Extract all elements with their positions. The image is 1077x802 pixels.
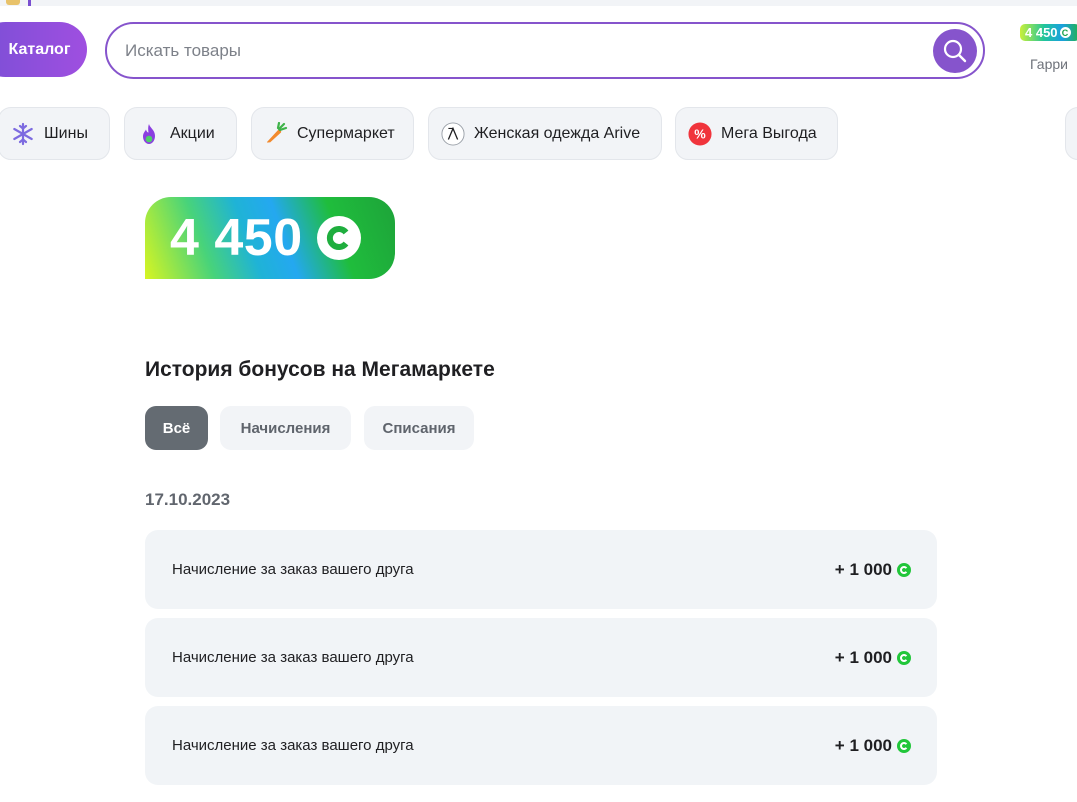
top-strip xyxy=(0,0,1077,6)
history-item-amount: + 1 000 xyxy=(835,736,911,756)
tab-label: Списания xyxy=(382,419,456,437)
chip-tires[interactable]: Шины xyxy=(0,107,110,160)
tab-accruals[interactable]: Начисления xyxy=(220,406,351,450)
history-title: История бонусов на Мегамаркете xyxy=(145,358,495,381)
history-item-description: Начисление за заказ вашего друга xyxy=(172,561,414,578)
search-bar xyxy=(105,22,985,79)
bonus-badge-value: 4 450 xyxy=(1025,25,1058,40)
chip-mega-benefit[interactable]: % Мега Выгода xyxy=(675,107,838,160)
history-item[interactable]: Начисление за заказ вашего друга + 1 000 xyxy=(145,530,937,609)
bonus-balance-value: 4 450 xyxy=(170,209,303,267)
bonus-balance-card: 4 450 xyxy=(145,197,395,279)
search-icon xyxy=(943,39,967,63)
search-input[interactable] xyxy=(125,36,925,66)
carrot-icon xyxy=(264,121,288,146)
chip-label: Шины xyxy=(44,124,88,142)
chip-women-clothing-arive[interactable]: Женская одежда Arive xyxy=(428,107,662,160)
arive-logo-icon xyxy=(441,121,465,146)
flame-icon xyxy=(137,122,161,146)
catalog-label: Каталог xyxy=(8,40,71,58)
search-button[interactable] xyxy=(933,29,977,73)
tab-label: Начисления xyxy=(240,419,331,437)
chip-label: Супермаркет xyxy=(297,124,395,142)
chip-supermarket[interactable]: Супермаркет xyxy=(251,107,414,160)
amount-value: + 1 000 xyxy=(834,735,892,755)
history-item-amount: + 1 000 xyxy=(835,648,911,668)
amount-value: + 1 000 xyxy=(834,559,892,579)
snowflake-icon xyxy=(11,122,35,146)
history-item-description: Начисление за заказ вашего друга xyxy=(172,649,414,666)
chip-label: Женская одежда Arive xyxy=(474,124,641,142)
history-item[interactable]: Начисление за заказ вашего друга + 1 000 xyxy=(145,618,937,697)
tab-writeoffs[interactable]: Списания xyxy=(364,406,474,450)
tab-label: Всё xyxy=(162,419,191,437)
svg-text:%: % xyxy=(694,126,706,141)
bonus-coin-icon xyxy=(897,562,911,577)
chip-label: Мега Выгода xyxy=(721,124,817,142)
bonus-coin-icon xyxy=(316,216,361,260)
catalog-button[interactable]: Каталог xyxy=(0,22,87,77)
history-item[interactable]: Начисление за заказ вашего друга + 1 000 xyxy=(145,706,937,785)
amount-value: + 1 000 xyxy=(834,647,892,667)
divider xyxy=(28,0,31,6)
bonus-coin-icon: C xyxy=(1059,27,1071,38)
history-item-amount: + 1 000 xyxy=(835,560,911,580)
chip-label: Акции xyxy=(170,124,215,142)
chip-promotions[interactable]: Акции xyxy=(124,107,237,160)
user-name[interactable]: Гарри xyxy=(1030,56,1068,72)
percent-icon: % xyxy=(688,121,712,146)
bonus-badge[interactable]: 4 450 C xyxy=(1020,24,1077,41)
bonus-coin-icon xyxy=(897,650,911,665)
bonus-coin-icon xyxy=(897,738,911,753)
history-item-description: Начисление за заказ вашего друга xyxy=(172,737,414,754)
history-date: 17.10.2023 xyxy=(145,490,231,509)
pencil-icon xyxy=(6,0,20,5)
chip-next-partial[interactable] xyxy=(1065,107,1077,160)
tab-all[interactable]: Всё xyxy=(145,406,208,450)
